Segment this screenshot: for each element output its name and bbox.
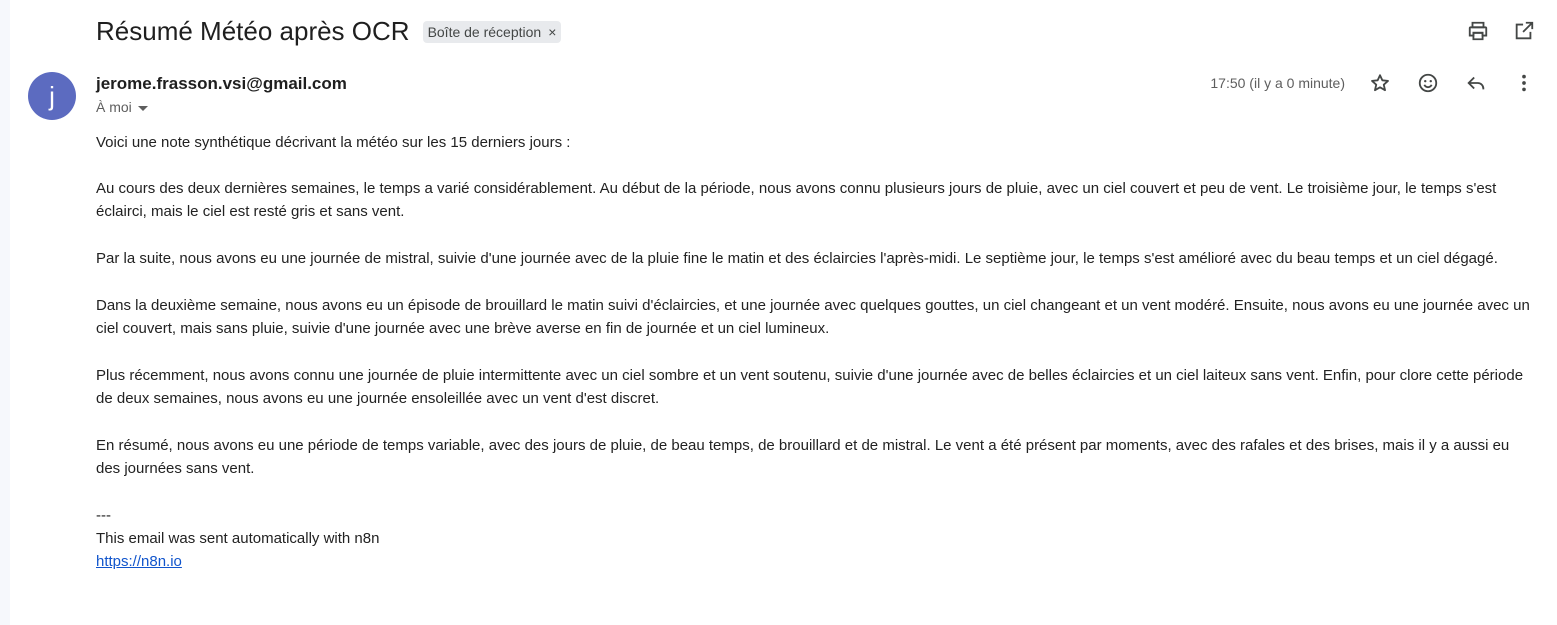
open-new-window-button[interactable] <box>1513 20 1535 42</box>
body-paragraph: Dans la deuxième semaine, nous avons eu … <box>96 297 1530 337</box>
print-button[interactable] <box>1467 20 1489 42</box>
add-reaction-button[interactable] <box>1417 72 1439 94</box>
thread-actions <box>1467 20 1535 42</box>
subject-header: Résumé Météo après OCR Boîte de réceptio… <box>96 14 562 48</box>
message-meta: 17:50 (il y a 0 minute) <box>1210 72 1535 94</box>
remove-label-button[interactable]: × <box>548 21 556 43</box>
body-intro: Voici une note synthétique décrivant la … <box>96 134 571 151</box>
inbox-label-chip[interactable]: Boîte de réception × <box>422 21 562 43</box>
body-paragraph: Au cours des deux dernières semaines, le… <box>96 180 1497 220</box>
email-subject: Résumé Météo après OCR <box>96 16 410 46</box>
recipient-label: À moi <box>96 99 132 115</box>
print-icon <box>1468 21 1488 41</box>
more-options-button[interactable] <box>1513 72 1535 94</box>
show-details-caret-icon[interactable] <box>137 105 148 111</box>
more-vertical-icon <box>1522 74 1526 92</box>
star-icon <box>1371 74 1389 92</box>
left-panel-edge <box>0 0 10 625</box>
email-body: Voici une note synthétique décrivant la … <box>96 131 1536 573</box>
email-signature: --- This email was sent automatically wi… <box>96 504 1536 573</box>
reply-button[interactable] <box>1465 72 1487 94</box>
sender-avatar[interactable]: j <box>28 72 76 120</box>
signature-line: This email was sent automatically with n… <box>96 530 380 547</box>
body-paragraph: Par la suite, nous avons eu une journée … <box>96 250 1498 267</box>
star-button[interactable] <box>1369 72 1391 94</box>
recipient-line: À moi <box>96 99 148 115</box>
body-paragraph: En résumé, nous avons eu une période de … <box>96 437 1510 477</box>
emoji-reaction-icon <box>1418 73 1438 93</box>
timestamp: 17:50 (il y a 0 minute) <box>1210 75 1345 91</box>
reply-icon <box>1467 76 1485 90</box>
body-paragraph: Plus récemment, nous avons connu une jou… <box>96 367 1524 407</box>
n8n-link[interactable]: https://n8n.io <box>96 553 182 570</box>
message-actions <box>1369 72 1535 94</box>
signature-separator: --- <box>96 507 111 524</box>
sender-email[interactable]: jerome.frasson.vsi@gmail.com <box>96 74 347 94</box>
open-in-new-window-icon <box>1515 21 1534 40</box>
inbox-label-text: Boîte de réception <box>427 24 542 40</box>
